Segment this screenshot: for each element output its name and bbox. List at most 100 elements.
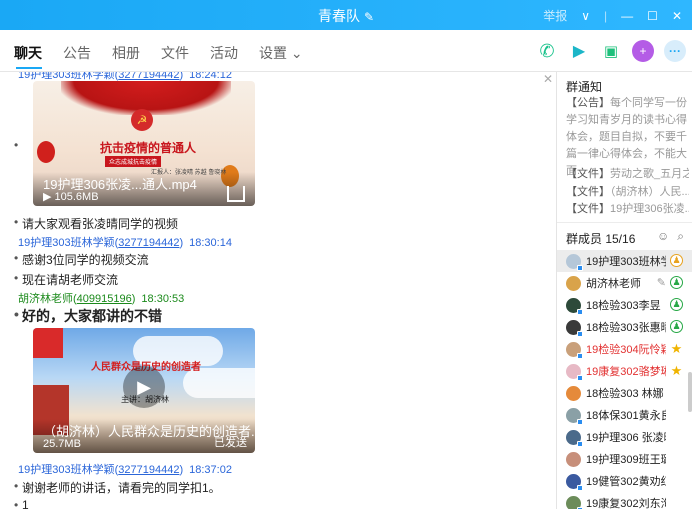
member-item[interactable]: 19护理303班林学颖 ♟ (557, 250, 692, 272)
online-device-icon (577, 418, 583, 425)
message-text: 感谢3位同学的视频交流 (14, 251, 149, 268)
members-title: 群成员 15/16 (566, 232, 636, 246)
member-name: 18体保301黄永良 (586, 410, 666, 422)
member-item[interactable]: 19护理309班王璐瑶 (557, 448, 692, 470)
video-message[interactable]: ☭ 抗击疫情的普通人 众志成城抗击疫情 汇报人：张凌晴 苏越 鲁晓林 19护理3… (33, 81, 255, 206)
member-item[interactable]: 胡济林老师 ✎ ♟ (557, 272, 692, 294)
tab-files[interactable]: 文件 (161, 43, 189, 63)
video-info: （胡济林）人民群众是历史的创造者.m... 25.7MB 已发送 (33, 419, 255, 453)
close-button[interactable]: ✕ (672, 9, 682, 23)
member-name: 18检验303张惠晴 (586, 322, 666, 334)
sender-name[interactable]: 胡济林老师 (18, 293, 73, 305)
member-item[interactable]: 19康复302刘东洵 (557, 492, 692, 509)
tab-announcement[interactable]: 公告 (63, 43, 91, 63)
tab-settings[interactable]: 设置 ⌄ (259, 43, 303, 63)
file-item[interactable]: 【文件】劳动之歌_五月之... (566, 166, 689, 184)
tab-album[interactable]: 相册 (112, 43, 140, 63)
avatar (566, 407, 583, 425)
avatar (566, 253, 583, 271)
file-item[interactable]: 【文件】19护理306张凌... (566, 201, 689, 219)
avatar (566, 341, 583, 359)
tab-chat[interactable]: 聊天 (14, 43, 42, 63)
maximize-button[interactable]: ☐ (647, 9, 658, 23)
member-name: 19康复302刘东洵 (586, 498, 666, 509)
admin-icon: ♟ (670, 320, 683, 333)
avatar (566, 473, 583, 491)
file-tag: 【文件】 (566, 168, 610, 180)
phone-icon[interactable]: ✆ (536, 40, 558, 62)
online-device-icon (577, 264, 583, 271)
star-icon: ★ (670, 362, 683, 378)
add-member-icon[interactable]: ☺ (657, 229, 669, 244)
sender-id[interactable]: 3277194442 (118, 72, 179, 81)
group-sidebar: 群通知 【公告】每个同学写一份学习知青岁月的读书心得体会，题目自拟，不要千篇一律… (557, 72, 692, 509)
avatar (566, 363, 583, 381)
close-icon[interactable]: ✕ (543, 72, 553, 86)
member-item[interactable]: 18检验303李昱 ♟ (557, 294, 692, 316)
more-icon[interactable]: ··· (664, 40, 686, 62)
avatar (566, 495, 583, 509)
whiteboard-icon[interactable]: ▣ (600, 40, 622, 62)
chat-area: ✕ 19护理303班林学颖(3277194442) 18:24:12 ☭ 抗击疫情… (0, 72, 556, 509)
video-call-icon[interactable]: ▶ (568, 40, 590, 62)
message-header: 19护理303班林学颖(3277194442) 18:37:02 (18, 464, 232, 476)
video-size: 25.7MB (43, 438, 81, 450)
member-item[interactable]: 18检验303张惠晴 ♟ (557, 316, 692, 338)
online-device-icon (577, 330, 583, 337)
message-text: 请大家观看张凌晴同学的视频 (14, 215, 178, 232)
member-name: 19护理303班林学颖 (586, 256, 666, 268)
member-name: 19检验304阮怜颖 (586, 344, 666, 356)
group-name: 青春队 (317, 8, 360, 24)
sender-id[interactable]: 409915196 (77, 293, 132, 305)
sender-name[interactable]: 19护理303班林学颖 (18, 464, 115, 476)
message-text: 谢谢老师的讲话，请看完的同学扣1。 (14, 479, 221, 496)
avatar (566, 385, 581, 401)
online-device-icon (577, 484, 583, 491)
member-name: 19护理306 张凌晴 (586, 432, 666, 444)
emblem-icon: ☭ (131, 109, 153, 131)
member-name: 19健管302黄劝红 (586, 476, 666, 488)
message-text: 现在请胡老师交流 (14, 271, 118, 288)
send-status: 已发送 (214, 437, 247, 449)
dropdown-icon[interactable]: ∨ (581, 9, 590, 23)
tab-activity[interactable]: 活动 (210, 43, 238, 63)
file-item[interactable]: 【文件】（胡济林）人民... (566, 184, 689, 202)
edit-icon[interactable]: ✎ (657, 276, 666, 289)
play-icon[interactable]: ▶ (123, 366, 165, 408)
member-item[interactable]: 19康复302骆梦琳 ★ (557, 360, 692, 382)
video-headline: 抗击疫情的普通人 (99, 141, 196, 155)
member-item[interactable]: 18检验303 林娜 (557, 382, 692, 404)
online-device-icon (577, 440, 583, 447)
video-message[interactable]: 人民群众是历史的创造者 主讲：胡济林 ▶ （胡济林）人民群众是历史的创造者.m.… (33, 328, 255, 453)
member-name: 18检验303 林娜 (586, 388, 664, 400)
message-header: 胡济林老师(409915196) 18:30:53 (18, 293, 185, 305)
member-item[interactable]: 19检验304阮怜颖 ★ (557, 338, 692, 360)
sender-id[interactable]: 3277194442 (118, 237, 179, 249)
report-button[interactable]: 举报 (543, 7, 567, 24)
sender-name[interactable]: 19护理303班林学颖 (18, 237, 115, 249)
member-item[interactable]: 19健管302黄劝红 (557, 470, 692, 492)
title-bar: 青春队 ✎ 举报 ∨ | — ☐ ✕ (0, 0, 692, 30)
minimize-button[interactable]: — (621, 9, 633, 23)
notice-title: 群通知 (566, 80, 603, 94)
active-tab-underline (16, 67, 42, 69)
star-icon: ★ (670, 340, 683, 356)
divider (557, 222, 692, 223)
sender-name[interactable]: 19护理303班林学颖 (18, 72, 115, 81)
scrollbar[interactable] (688, 372, 692, 412)
member-item[interactable]: 18体保301黄永良 (557, 404, 692, 426)
file-tag: 【文件】 (566, 185, 610, 198)
video-subline: 众志成城抗击疫情 (105, 156, 162, 167)
add-app-icon[interactable]: + (632, 40, 654, 62)
member-item[interactable]: 19护理306 张凌晴 (557, 426, 692, 448)
download-icon[interactable] (227, 186, 245, 202)
notice-tag: 【公告】 (566, 97, 610, 109)
avatar (566, 451, 581, 467)
message-text: 好的，大家都讲的不错 (14, 306, 162, 326)
divider: | (604, 8, 608, 23)
avatar (566, 275, 581, 291)
edit-name-icon[interactable]: ✎ (364, 10, 374, 24)
sender-id[interactable]: 3277194442 (118, 464, 179, 476)
avatar (566, 429, 583, 447)
search-icon[interactable]: ⌕ (677, 229, 684, 244)
